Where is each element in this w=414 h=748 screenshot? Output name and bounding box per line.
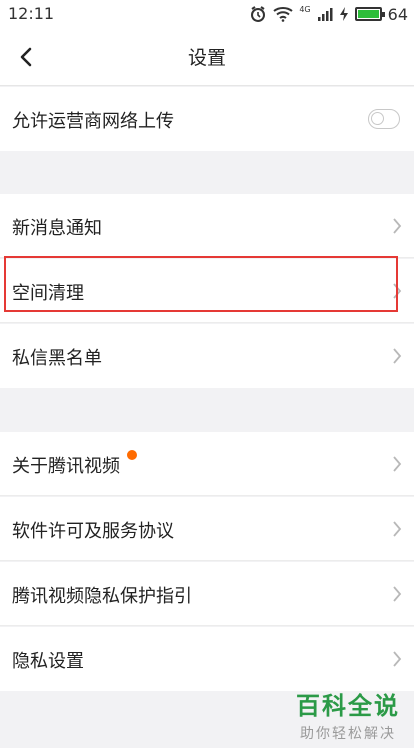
signal-icon bbox=[317, 8, 333, 21]
watermark-logo: 百科全说 助你轻松解决 bbox=[296, 686, 400, 743]
alarm-icon bbox=[251, 6, 266, 22]
setting-label: 新消息通知 bbox=[12, 218, 102, 239]
chevron-right-icon bbox=[393, 456, 402, 472]
highlight-box bbox=[4, 256, 398, 312]
charging-icon bbox=[339, 7, 348, 21]
carrier-upload-toggle[interactable] bbox=[368, 109, 400, 129]
battery-icon bbox=[354, 7, 385, 21]
setting-dm-blacklist[interactable]: 私信黑名单 bbox=[0, 324, 414, 388]
chevron-right-icon bbox=[393, 348, 402, 364]
watermark-title: 百科全说 bbox=[296, 692, 400, 720]
setting-label: 允许运营商网络上传 bbox=[12, 111, 174, 132]
setting-software-license[interactable]: 软件许可及服务协议 bbox=[0, 497, 414, 561]
setting-label: 腾讯视频隐私保护指引 bbox=[12, 586, 192, 607]
chevron-right-icon bbox=[393, 521, 402, 537]
page-title: 设置 bbox=[187, 47, 226, 69]
chevron-right-icon bbox=[393, 586, 402, 602]
wifi-icon bbox=[273, 7, 293, 22]
status-icons: 4G 64 bbox=[249, 4, 408, 24]
nav-bar: 设置 bbox=[0, 28, 414, 86]
setting-new-message[interactable]: 新消息通知 bbox=[0, 194, 414, 258]
status-bar: 12:11 4G 64 bbox=[0, 0, 414, 28]
setting-about[interactable]: 关于腾讯视频 bbox=[0, 432, 414, 496]
toggle-knob bbox=[371, 112, 384, 125]
battery-level: 64 bbox=[387, 4, 408, 24]
chevron-right-icon bbox=[393, 218, 402, 234]
setting-privacy-guide[interactable]: 腾讯视频隐私保护指引 bbox=[0, 562, 414, 626]
setting-label: 私信黑名单 bbox=[12, 348, 102, 369]
status-time: 12:11 bbox=[8, 4, 55, 23]
chevron-right-icon bbox=[393, 651, 402, 667]
setting-label: 隐私设置 bbox=[12, 651, 84, 672]
setting-carrier-upload: 允许运营商网络上传 bbox=[0, 87, 414, 151]
watermark-subtitle: 助你轻松解决 bbox=[300, 726, 396, 742]
setting-label: 关于腾讯视频 bbox=[12, 456, 120, 477]
update-badge-dot bbox=[127, 450, 137, 460]
setting-privacy-settings[interactable]: 隐私设置 bbox=[0, 627, 414, 691]
network-type: 4G bbox=[299, 4, 311, 14]
setting-label: 软件许可及服务协议 bbox=[12, 521, 174, 542]
